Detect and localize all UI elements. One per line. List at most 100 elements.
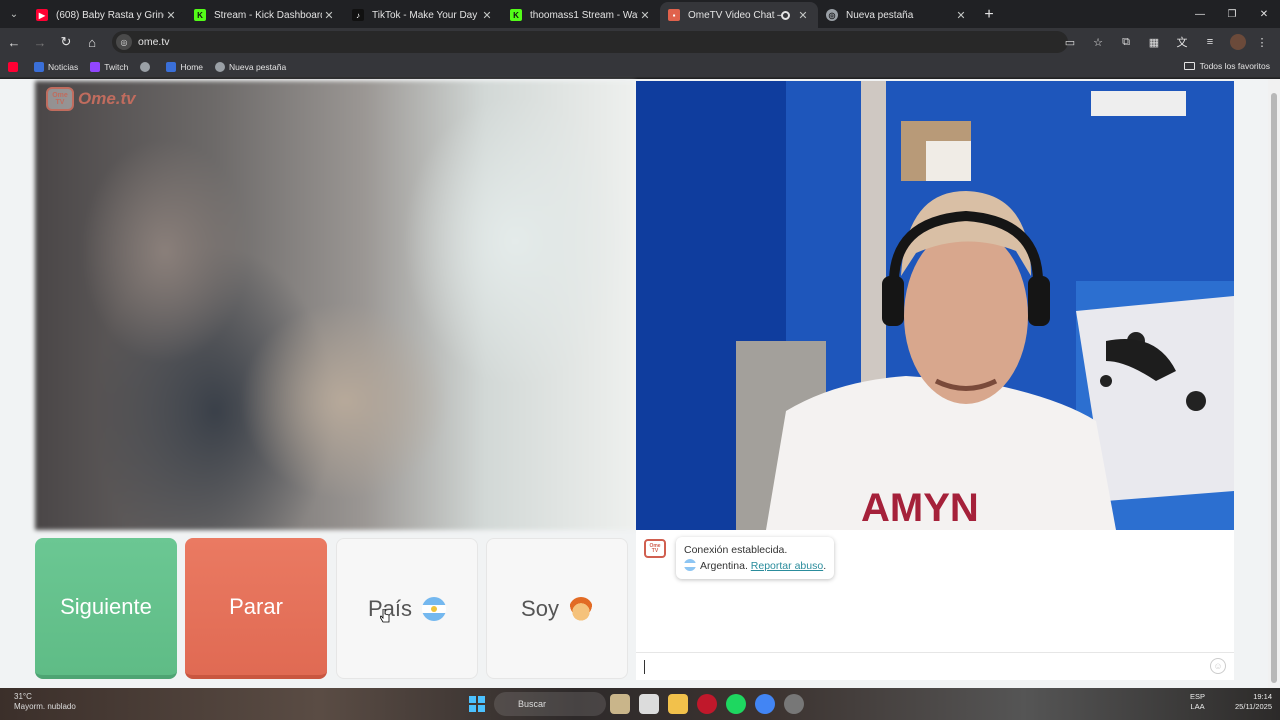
forward-icon[interactable]: → xyxy=(28,30,52,54)
site-info-icon[interactable]: ◎ xyxy=(116,34,132,50)
task-view-icon[interactable] xyxy=(639,694,659,714)
bookmark-label: Twitch xyxy=(104,61,129,72)
all-bookmarks-label: Todos los favoritos xyxy=(1199,61,1270,71)
reload-icon[interactable]: ↻ xyxy=(54,30,78,54)
weather-widget[interactable]: 31°C Mayorm. nublado xyxy=(14,692,76,712)
gender-button[interactable]: Soy xyxy=(486,538,628,679)
reading-list-icon[interactable]: ≡ xyxy=(1198,30,1222,54)
ometv-icon: ▪ xyxy=(668,9,680,21)
scrollbar[interactable] xyxy=(1268,79,1280,688)
ometv-page: AMYN Ome TV Ome.tv Siguiente Parar País … xyxy=(0,79,1280,688)
chrome-icon: ◎ xyxy=(826,9,838,21)
menu-icon[interactable]: ⋮ xyxy=(1250,30,1274,54)
tab-kick-dashboard[interactable]: K Stream - Kick Dashboard ✕ xyxy=(186,2,344,28)
extensions-icon[interactable]: ⧉ xyxy=(1114,30,1138,54)
bookmark-youtube[interactable] xyxy=(8,61,22,72)
tab-strip: ⌄ ▶ (608) Baby Rasta y Gringo - Me ✕ K S… xyxy=(0,0,1280,28)
stop-label: Parar xyxy=(229,593,283,619)
profile-avatar[interactable] xyxy=(1230,34,1246,50)
ometv-logo-icon: Ome TV xyxy=(46,87,74,111)
close-icon[interactable]: ✕ xyxy=(480,9,494,22)
taskbar-apps xyxy=(610,694,813,714)
tab-kick-stream[interactable]: K thoomass1 Stream - Watch Live ✕ xyxy=(502,2,660,28)
chrome-icon[interactable] xyxy=(755,694,775,714)
close-icon[interactable]: ✕ xyxy=(796,9,810,22)
bookmarks-bar: Noticias Twitch Home Nueva pestaña Todos… xyxy=(0,56,1280,78)
file-explorer-icon[interactable] xyxy=(668,694,688,714)
clock[interactable]: 19:14 25/11/2025 xyxy=(1235,692,1272,712)
recording-icon xyxy=(781,10,790,20)
apps-icon[interactable]: ▦ xyxy=(1142,30,1166,54)
bookmark-noticias[interactable]: Noticias xyxy=(34,61,79,72)
argentina-flag-icon xyxy=(684,559,696,571)
toolbar-actions: ▭ ☆ ⧉ ▦ 文 ≡ ⋮ xyxy=(1054,30,1274,54)
stop-button[interactable]: Parar xyxy=(185,538,327,679)
news-icon xyxy=(34,61,44,72)
close-icon[interactable]: ✕ xyxy=(164,9,178,22)
bookmark-twitch[interactable]: Twitch xyxy=(90,61,129,72)
all-bookmarks[interactable]: Todos los favoritos xyxy=(1183,61,1270,71)
home-icon[interactable]: ⌂ xyxy=(80,30,104,54)
argentina-flag-icon xyxy=(422,596,447,621)
weather-temp: 31°C xyxy=(14,692,32,701)
windows-start-icon[interactable] xyxy=(469,696,485,712)
system-message: Conexión establecida. Argentina. Reporta… xyxy=(676,537,835,579)
self-video: AMYN xyxy=(636,81,1234,530)
youtube-icon: ▶ xyxy=(36,9,48,21)
bookmark-label: Noticias xyxy=(48,61,79,72)
address-bar[interactable]: ◎ ome.tv xyxy=(112,31,1068,53)
youtube-icon xyxy=(8,61,18,72)
ometv-logo[interactable]: Ome TV Ome.tv xyxy=(46,87,136,111)
tab-new[interactable]: ◎ Nueva pestaña ✕ xyxy=(818,2,976,28)
widget-app-icon[interactable] xyxy=(610,694,630,714)
country-text: Argentina. xyxy=(700,560,748,572)
close-icon[interactable]: ✕ xyxy=(322,9,336,22)
taskbar-search[interactable]: Buscar xyxy=(494,692,606,716)
tiktok-icon: ♪ xyxy=(352,9,364,21)
translate-icon[interactable]: 文 xyxy=(1170,30,1194,54)
report-abuse-link[interactable]: Reportar abuso xyxy=(751,560,823,572)
country-button[interactable]: País xyxy=(336,538,478,679)
tab-youtube[interactable]: ▶ (608) Baby Rasta y Gringo - Me ✕ xyxy=(28,2,186,28)
tab-ometv[interactable]: ▪ OmeTV Video Chat — Ome ✕ xyxy=(660,2,818,28)
shirt-print: AMYN xyxy=(861,486,979,530)
language-indicator[interactable]: ESP LAA xyxy=(1190,692,1205,712)
next-label: Siguiente xyxy=(60,593,152,619)
tab-tiktok[interactable]: ♪ TikTok - Make Your Day ✕ xyxy=(344,2,502,28)
ometv-chat-icon: Ome TV xyxy=(644,539,666,558)
weather-desc: Mayorm. nublado xyxy=(14,702,76,711)
bookmark-globe[interactable] xyxy=(140,61,154,72)
stranger-video xyxy=(35,81,635,530)
close-window-icon[interactable]: ✕ xyxy=(1248,0,1280,28)
bookmark-home[interactable]: Home xyxy=(166,61,203,72)
bookmark-label: Nueva pestaña xyxy=(229,61,287,72)
mouse-cursor-icon xyxy=(380,609,390,623)
folder-icon xyxy=(1183,62,1195,70)
clock-time: 19:14 xyxy=(1253,692,1272,701)
new-tab-icon[interactable]: + xyxy=(976,2,1002,28)
chat-input[interactable]: ☺ xyxy=(636,652,1234,680)
system-tray: ESP LAA 19:14 25/11/2025 xyxy=(1190,692,1272,712)
minimize-icon[interactable]: — xyxy=(1184,0,1216,28)
restore-icon[interactable]: ❐ xyxy=(1216,0,1248,28)
close-icon[interactable]: ✕ xyxy=(638,9,652,22)
twitch-icon xyxy=(90,61,101,72)
browser-toolbar: ← → ↻ ⌂ ◎ ome.tv ▭ ☆ ⧉ ▦ 文 ≡ ⋮ xyxy=(0,28,1280,56)
cast-icon[interactable]: ▭ xyxy=(1058,30,1082,54)
chat-panel: Ome TV Conexión establecida. Argentina. … xyxy=(636,530,1234,680)
close-icon[interactable]: ✕ xyxy=(954,9,968,22)
boy-icon xyxy=(568,596,593,621)
emoji-icon[interactable]: ☺ xyxy=(1210,658,1226,674)
connection-status: Conexión establecida. xyxy=(684,544,788,556)
gender-label: Soy xyxy=(521,595,559,621)
app-red-icon[interactable] xyxy=(697,694,717,714)
spotify-icon[interactable] xyxy=(726,694,746,714)
bookmark-nueva-pestana[interactable]: Nueva pestaña xyxy=(215,61,287,72)
bookmark-star-icon[interactable]: ☆ xyxy=(1086,30,1110,54)
next-button[interactable]: Siguiente xyxy=(35,538,177,679)
lang-bottom: LAA xyxy=(1190,702,1205,711)
scrollbar-thumb[interactable] xyxy=(1271,93,1277,683)
obs-icon[interactable] xyxy=(784,694,804,714)
back-icon[interactable]: ← xyxy=(2,30,26,54)
tab-search-icon[interactable]: ⌄ xyxy=(0,0,28,28)
